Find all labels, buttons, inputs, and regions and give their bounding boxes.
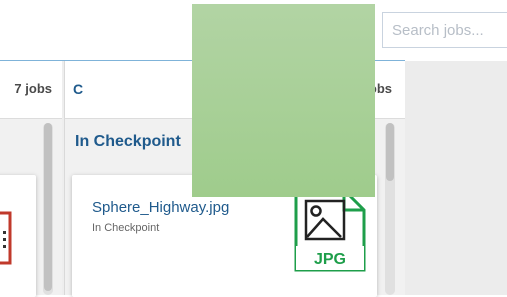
column-title: C [73,81,84,97]
red-file-icon [0,211,12,265]
scrollbar-thumb[interactable] [44,123,52,291]
column-header: 7 jobs [0,61,62,119]
scrollbar[interactable] [385,123,395,295]
right-panel [405,61,507,295]
job-status: In Checkpoint [92,222,160,234]
scrollbar[interactable] [43,123,53,295]
search-jobs-input[interactable] [382,12,507,48]
job-card[interactable] [0,175,36,297]
green-overlay [192,4,375,197]
image-file-icon: JPG [294,188,366,272]
jobs-count: 7 jobs [14,81,52,96]
scrollbar-thumb[interactable] [386,123,394,181]
job-filename[interactable]: Sphere_Highway.jpg [92,199,229,216]
file-type-label: JPG [314,251,346,268]
column-body [0,119,62,297]
status-heading: In Checkpoint [75,133,181,150]
